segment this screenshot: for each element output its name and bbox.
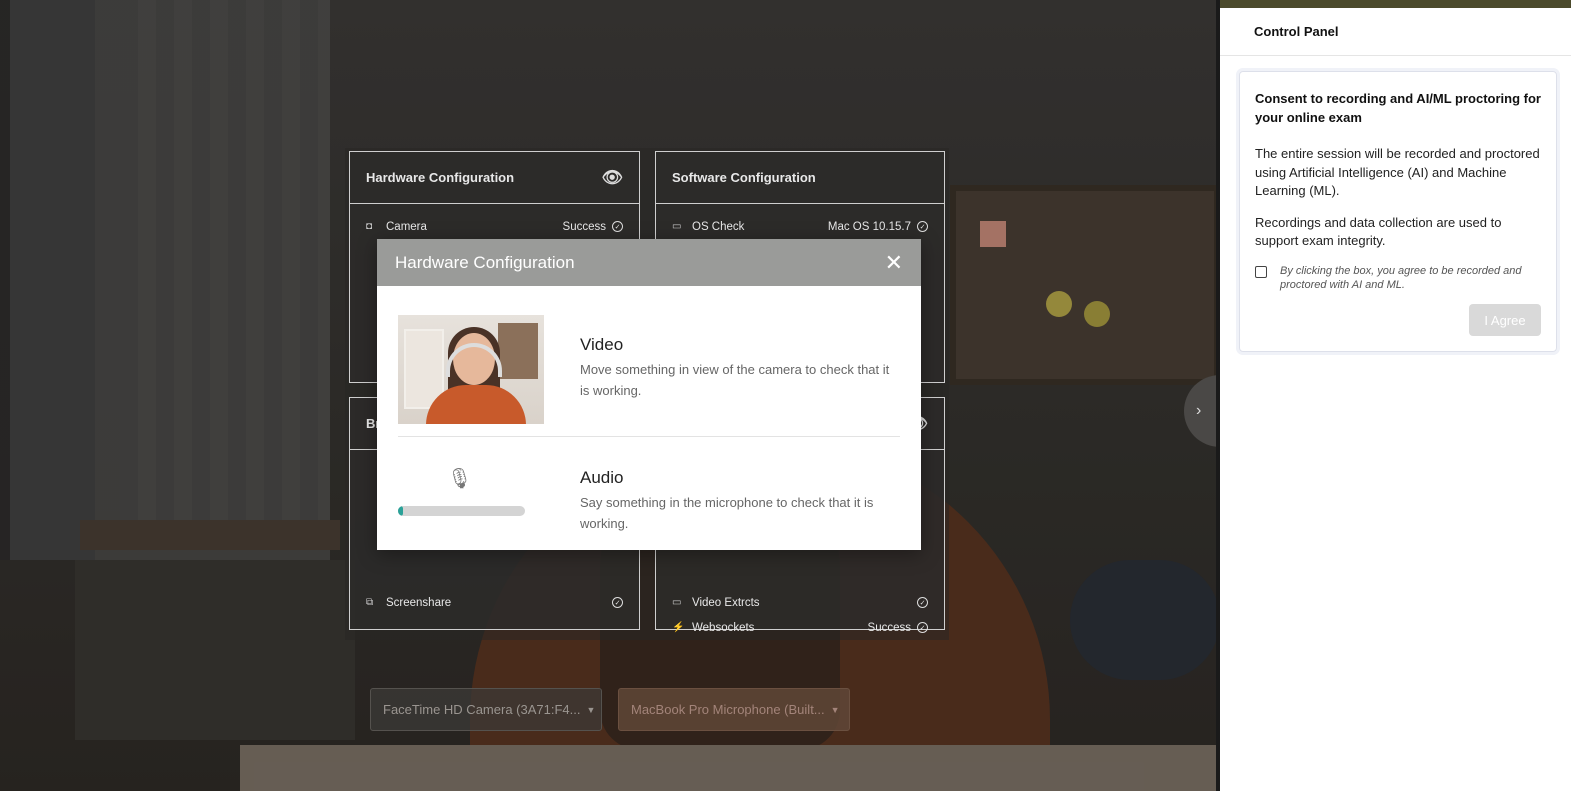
check-circle-icon: ✓: [917, 221, 928, 232]
microphone-icon: 🎙: [447, 468, 473, 490]
chevron-down-icon: ▼: [830, 704, 840, 715]
plug-icon: ⚡: [672, 622, 685, 633]
control-panel: Control Panel Consent to recording and A…: [1216, 0, 1571, 791]
consent-paragraph: The entire session will be recorded and …: [1255, 146, 1540, 198]
check-status: Success: [562, 220, 606, 233]
consent-card: Consent to recording and AI/ML proctorin…: [1239, 71, 1557, 352]
check-row-websockets: ⚡ Websockets Success ✓: [656, 615, 944, 640]
hardware-config-modal: Hardware Configuration ✕ Video Move some…: [377, 239, 921, 550]
consent-paragraph: Recordings and data collection are used …: [1255, 214, 1502, 249]
check-name: Screenshare: [386, 596, 452, 609]
monitor-icon: ▭: [672, 221, 682, 232]
check-row-screenshare: ⧉ Screenshare ✓: [350, 590, 639, 615]
close-icon[interactable]: ✕: [885, 251, 903, 274]
microphone-select[interactable]: MacBook Pro Microphone (Built... ▼: [618, 688, 850, 731]
check-circle-icon: ✓: [917, 622, 928, 633]
consent-heading: Consent to recording and AI/ML proctorin…: [1255, 91, 1541, 125]
check-circle-icon: ✓: [612, 597, 623, 608]
check-status: Success: [867, 621, 911, 634]
check-name: Video Extrcts: [692, 596, 760, 609]
agree-button[interactable]: I Agree: [1469, 304, 1541, 336]
panel-title: Software Configuration: [672, 170, 816, 185]
check-row-os: ▭ OS Check Mac OS 10.15.7 ✓: [656, 214, 944, 239]
video-check-description: Move something in view of the camera to …: [580, 362, 890, 398]
screenshare-icon: ⧉: [366, 597, 374, 608]
camera-icon: ◘: [366, 221, 373, 232]
check-name: Websockets: [692, 621, 755, 634]
chevron-down-icon: ▼: [586, 704, 596, 715]
eye-icon[interactable]: 👁: [601, 168, 623, 188]
check-row-video: ▭ Video Extrcts ✓: [656, 590, 944, 615]
modal-title: Hardware Configuration: [395, 252, 575, 272]
camera-select-value: FaceTime HD Camera (3A71:F4...: [383, 702, 581, 717]
consent-checkbox-label[interactable]: By clicking the box, you agree to be rec…: [1280, 264, 1541, 293]
control-panel-title: Control Panel: [1220, 8, 1571, 56]
consent-checkbox[interactable]: [1255, 265, 1267, 278]
audio-level-meter: [398, 506, 525, 516]
audio-check-description: Say something in the microphone to check…: [580, 495, 874, 531]
camera-select[interactable]: FaceTime HD Camera (3A71:F4... ▼: [370, 688, 602, 731]
check-circle-icon: ✓: [917, 597, 928, 608]
microphone-select-value: MacBook Pro Microphone (Built...: [631, 702, 825, 717]
audio-check-row: 🎙 Audio Say something in the microphone …: [377, 437, 921, 534]
video-check-title: Video: [580, 335, 624, 354]
check-circle-icon: ✓: [612, 221, 623, 232]
audio-check-title: Audio: [580, 468, 624, 487]
check-name: Camera: [386, 220, 427, 233]
video-check-row: Video Move something in view of the came…: [377, 286, 921, 436]
camera-preview: [398, 315, 544, 424]
check-status: Mac OS 10.15.7: [827, 220, 911, 233]
audio-level-fill: [398, 506, 404, 516]
monitor-icon: ▭: [672, 597, 682, 608]
modal-header: Hardware Configuration ✕: [377, 239, 921, 286]
chevron-right-icon: ›: [1196, 402, 1202, 419]
panel-title: Hardware Configuration: [366, 170, 515, 185]
consent-checkbox-row[interactable]: By clicking the box, you agree to be rec…: [1255, 264, 1541, 293]
check-name: OS Check: [692, 220, 745, 233]
check-row-camera: ◘ Camera Success ✓: [350, 214, 639, 239]
